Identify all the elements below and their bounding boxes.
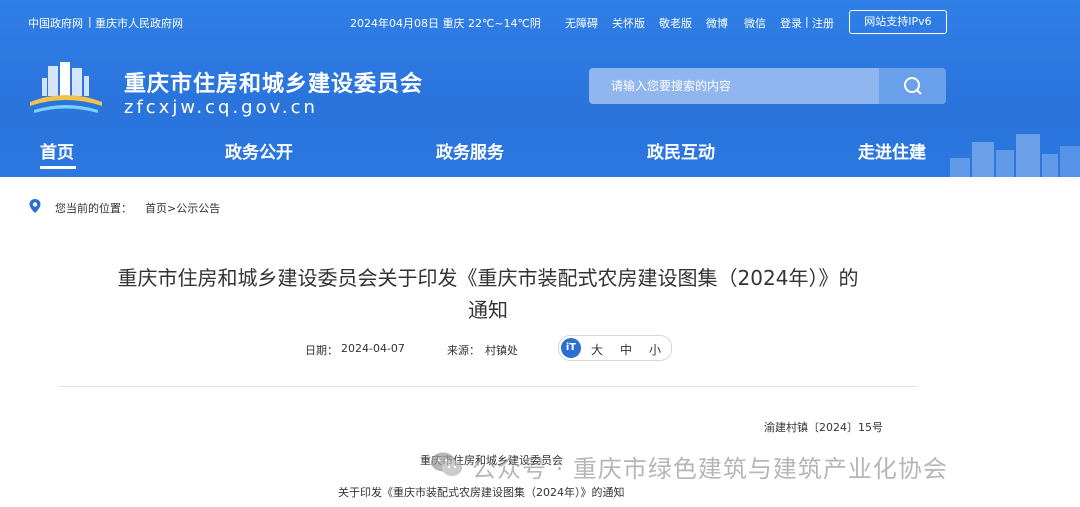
top-bar: 中国政府网 | 重庆市人民政府网 2024年04月08日 重庆 22℃~14℃阴… <box>0 0 1080 44</box>
city-buildings-icon <box>950 134 1080 177</box>
link-cq-gov[interactable]: 重庆市人民政府网 <box>95 15 183 31</box>
nav-active-indicator <box>40 166 76 169</box>
font-size-large[interactable]: 大 <box>591 341 603 358</box>
ipv6-badge[interactable]: 网站支持IPv6 <box>849 10 947 34</box>
publish-date: 2024-04-07 <box>341 342 405 355</box>
topbar-separator: | <box>805 15 809 28</box>
link-gov-cn[interactable]: 中国政府网 <box>28 15 83 31</box>
document-subject: 关于印发《重庆市装配式农房建设图集（2024年）》的通知 <box>338 486 625 499</box>
date-label: 日期： <box>305 344 338 357</box>
site-logo-icon[interactable] <box>28 58 104 122</box>
login-link[interactable]: 登录 <box>780 15 802 31</box>
link-accessibility[interactable]: 无障碍 <box>565 15 598 31</box>
location-pin-icon <box>29 199 41 213</box>
breadcrumb-label: 您当前的位置： <box>55 202 132 215</box>
breadcrumb-path[interactable]: 首页>公示公告 <box>145 200 220 216</box>
link-weibo[interactable]: 微博 <box>706 15 728 31</box>
watermark-text: 公众号 · 重庆市绿色建筑与建筑产业化协会 <box>472 455 948 483</box>
document-number: 渝建村镇〔2024〕15号 <box>764 421 883 434</box>
search-icon <box>904 77 922 95</box>
site-url: zfcxjw.cq.gov.cn <box>124 97 318 118</box>
font-size-switcher: iT 大 中 小 <box>558 335 672 361</box>
article-title: 重庆市住房和城乡建设委员会关于印发《重庆市装配式农房建设图集（2024年）》的 … <box>58 262 918 326</box>
font-size-small[interactable]: 小 <box>649 341 661 358</box>
site-title[interactable]: 重庆市住房和城乡建设委员会 <box>124 66 423 98</box>
nav-gov-services[interactable]: 政务服务 <box>436 138 504 163</box>
nav-home[interactable]: 首页 <box>40 138 74 163</box>
article-title-line1: 重庆市住房和城乡建设委员会关于印发《重庆市装配式农房建设图集（2024年）》的 <box>117 266 859 290</box>
topbar-separator: | <box>88 15 92 28</box>
register-link[interactable]: 注册 <box>812 15 834 31</box>
date-weather: 2024年04月08日 重庆 22℃~14℃阴 <box>350 17 541 30</box>
divider <box>58 386 918 387</box>
font-size-icon: iT <box>561 338 581 358</box>
search-box <box>589 68 946 104</box>
search-button[interactable] <box>879 68 946 104</box>
nav-public-interaction[interactable]: 政民互动 <box>647 138 715 163</box>
font-size-medium[interactable]: 中 <box>620 341 632 358</box>
source-value: 村镇处 <box>485 344 518 357</box>
source-label: 来源： <box>447 344 480 357</box>
wechat-icon <box>431 452 462 476</box>
link-care-mode[interactable]: 关怀版 <box>612 15 645 31</box>
nav-gov-affairs-open[interactable]: 政务公开 <box>225 138 293 163</box>
link-wechat[interactable]: 微信 <box>744 15 766 31</box>
site-header: 中国政府网 | 重庆市人民政府网 2024年04月08日 重庆 22℃~14℃阴… <box>0 0 1080 177</box>
link-elder-mode[interactable]: 敬老版 <box>659 15 692 31</box>
nav-about[interactable]: 走进住建 <box>858 138 926 163</box>
search-input[interactable] <box>589 68 901 104</box>
article-title-line2: 通知 <box>468 298 508 322</box>
